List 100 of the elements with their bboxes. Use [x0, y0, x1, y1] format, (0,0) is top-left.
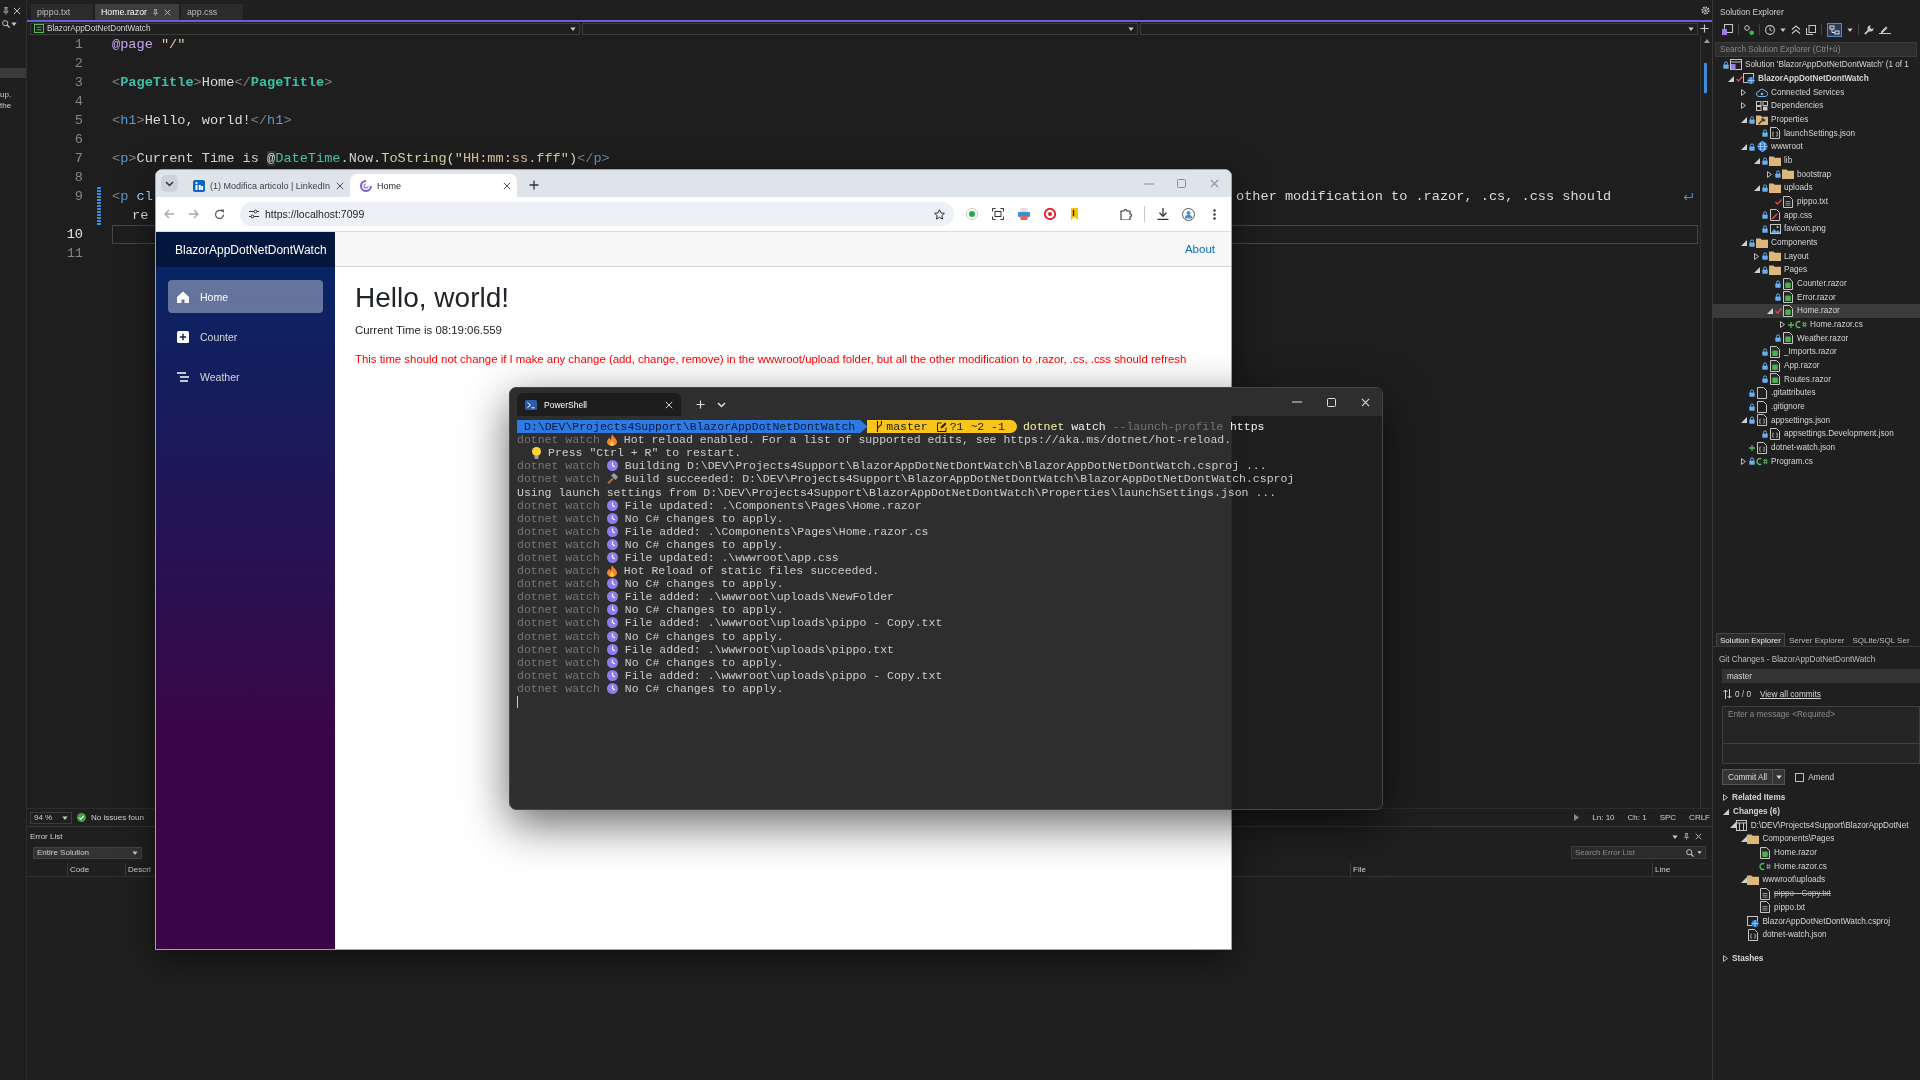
download-icon[interactable] — [1157, 208, 1169, 220]
triangle-icon[interactable] — [1729, 822, 1736, 829]
pen-icon[interactable] — [1879, 25, 1891, 34]
close-icon[interactable] — [336, 181, 344, 190]
column-header[interactable]: Descri — [128, 865, 151, 874]
search-field[interactable]: Search Solution Explorer (Ctrl+ù) — [1715, 42, 1917, 57]
triangle-icon[interactable] — [1753, 184, 1760, 191]
tree-item[interactable]: Connected Services — [1713, 85, 1920, 99]
tree-item[interactable]: Layout — [1713, 249, 1920, 264]
zoom-dropdown[interactable]: 94 % — [30, 811, 72, 824]
tree-item[interactable]: favicon.png — [1713, 222, 1920, 236]
caret-icon[interactable] — [1672, 833, 1678, 840]
pin-icon[interactable] — [151, 8, 159, 16]
change-item[interactable]: BlazorAppDotNetDontWatch.csproj — [1713, 914, 1920, 928]
copy-icon[interactable] — [1806, 24, 1816, 35]
scope-dropdown[interactable]: Entire Solution — [33, 846, 142, 859]
printer-icon[interactable] — [1018, 208, 1030, 220]
panel-tab[interactable]: Solution Explorer — [1716, 633, 1785, 646]
tree-item[interactable]: Pages — [1713, 263, 1920, 277]
triangle-icon[interactable] — [1723, 808, 1729, 815]
tree-item[interactable]: Weather.razor — [1713, 331, 1920, 346]
caret-icon[interactable] — [132, 849, 138, 856]
tree-item[interactable]: Counter.razor — [1713, 276, 1920, 291]
browser-tab[interactable]: Home — [350, 174, 517, 197]
tree-item[interactable]: .gitattributes — [1713, 386, 1920, 400]
change-item[interactable]: Home.razor — [1713, 845, 1920, 860]
circle-badge-icon[interactable] — [966, 208, 978, 220]
column-indicator[interactable]: Ch: 1 — [1627, 813, 1647, 822]
commit-all-button[interactable]: Commit All — [1722, 769, 1786, 785]
change-item[interactable]: D:\DEV\Projects4Support\BlazorAppDotNet — [1713, 818, 1920, 833]
tree-item[interactable]: Error.razor — [1713, 290, 1920, 305]
triangle-icon[interactable] — [1740, 417, 1747, 424]
triangle-icon[interactable] — [1741, 876, 1748, 883]
commits-link[interactable]: View all commits — [1759, 689, 1821, 699]
caret-right-icon[interactable] — [1754, 252, 1759, 260]
caret-icon[interactable] — [1775, 774, 1782, 780]
browser-tab[interactable]: (1) Modifica articolo | LinkedIn — [183, 174, 350, 197]
clock-icon[interactable] — [1765, 24, 1775, 35]
menu-icon[interactable] — [1213, 208, 1216, 220]
triangle-icon[interactable] — [1727, 75, 1734, 82]
tree-item[interactable]: appsettings.Development.json — [1713, 427, 1920, 441]
change-item[interactable]: pippo.txt — [1713, 900, 1920, 915]
caret-icon[interactable] — [1780, 26, 1786, 33]
editor-tab[interactable]: Home.razor — [95, 4, 179, 20]
tree-item[interactable]: appsettings.json — [1713, 413, 1920, 428]
caret-right-icon[interactable] — [1574, 814, 1580, 821]
tree-item[interactable]: dotnet-watch.json — [1713, 440, 1920, 455]
address-bar[interactable]: https://localhost:7099 — [240, 202, 954, 226]
app-brand[interactable]: BlazorAppDotNetDontWatch — [156, 232, 335, 267]
column-header[interactable]: Line — [1655, 865, 1671, 874]
tree-item[interactable]: Home.razor.cs — [1713, 317, 1920, 332]
triangle-icon[interactable] — [1753, 266, 1760, 273]
change-item[interactable]: wwwroot\uploads — [1713, 873, 1920, 887]
caret-right-icon[interactable] — [1741, 457, 1746, 465]
tab-search-button[interactable] — [161, 175, 178, 192]
change-item[interactable]: Components\Pages — [1713, 832, 1920, 846]
target-icon[interactable] — [1044, 208, 1056, 220]
tree-item[interactable]: wwwroot — [1713, 140, 1920, 154]
gear-icon[interactable] — [1701, 6, 1710, 15]
change-item[interactable]: dotnet-watch.json — [1713, 927, 1920, 942]
tree-item[interactable]: pippo.txt — [1713, 194, 1920, 209]
nav-link[interactable]: Counter — [168, 320, 323, 353]
tree-item[interactable]: uploads — [1713, 181, 1920, 195]
caret-icon[interactable] — [1688, 25, 1694, 32]
reload-icon[interactable] — [214, 208, 225, 220]
views-icon[interactable] — [1722, 24, 1733, 35]
tree-item[interactable]: Properties — [1713, 112, 1920, 127]
tree-item[interactable]: App.razor — [1713, 358, 1920, 373]
chevron-down-icon[interactable] — [165, 180, 174, 187]
line-indicator[interactable]: Ln: 10 — [1592, 813, 1615, 822]
tree-item[interactable]: BlazorAppDotNetDontWatch — [1713, 71, 1920, 86]
triangle-icon[interactable] — [1753, 157, 1760, 164]
bookmark-icon[interactable] — [1070, 208, 1079, 220]
tree-item[interactable]: bootstrap — [1713, 167, 1920, 182]
line-ending-indicator[interactable]: CRLF — [1689, 813, 1710, 822]
close-icon[interactable] — [503, 181, 511, 190]
panel-tab[interactable]: Server Explorer — [1784, 633, 1849, 646]
triangle-icon[interactable] — [1766, 307, 1773, 314]
nav-link[interactable]: Weather — [168, 360, 323, 393]
tree-item[interactable]: Components — [1713, 235, 1920, 250]
caret-icon[interactable] — [570, 25, 576, 32]
change-item[interactable]: pippo - Copy.txt — [1713, 886, 1920, 901]
double-chevron-icon[interactable] — [1791, 25, 1801, 34]
triangle-icon[interactable] — [1741, 835, 1748, 842]
caret-icon[interactable] — [1128, 25, 1134, 32]
plus-icon[interactable] — [529, 180, 539, 190]
caret-icon[interactable] — [1847, 26, 1853, 33]
nav-link[interactable]: Home — [168, 280, 323, 313]
terminal-tab[interactable]: PowerShell — [517, 393, 681, 416]
message-field[interactable]: Enter a message <Required> — [1722, 706, 1920, 764]
tree-item[interactable]: Home.razor — [1713, 304, 1920, 318]
caret-icon[interactable] — [1697, 850, 1702, 855]
panel-tab[interactable]: SQLite/SQL Ser — [1848, 633, 1914, 646]
scrollbar[interactable] — [1700, 35, 1712, 808]
tree-item[interactable]: Routes.razor — [1713, 372, 1920, 387]
caret-right-icon[interactable] — [1767, 170, 1772, 178]
puzzle-icon[interactable] — [1120, 208, 1132, 220]
search-icon[interactable] — [2, 20, 10, 28]
about-link[interactable]: About — [1184, 243, 1215, 255]
triangle-icon[interactable] — [1740, 143, 1747, 150]
